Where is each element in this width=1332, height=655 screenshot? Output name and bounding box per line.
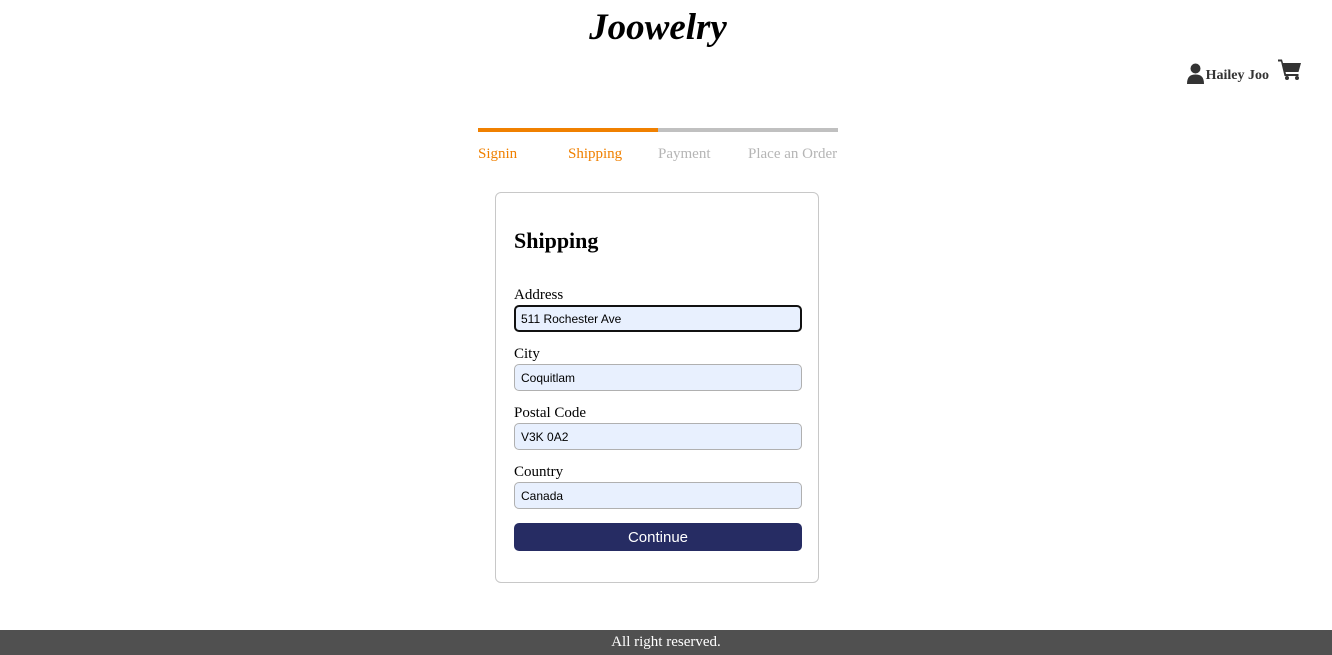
city-label: City [514,346,540,362]
postal-code-input[interactable] [514,423,802,450]
address-input[interactable] [514,305,802,332]
address-field-group: Address [514,287,802,332]
user-menu-link[interactable]: Hailey Joo [1186,58,1269,84]
city-field-group: City [514,346,802,391]
checkout-steps: Signin Shipping Payment Place an Order [478,128,838,163]
postal-code-field-group: Postal Code [514,405,802,450]
country-label: Country [514,464,564,480]
user-name: Hailey Joo [1205,68,1269,83]
step-shipping: Shipping [568,128,658,163]
postal-code-label: Postal Code [514,405,587,421]
city-input[interactable] [514,364,802,391]
user-area: Hailey Joo [1186,58,1302,84]
brand-logo[interactable]: Joowelry [0,6,1316,50]
country-input[interactable] [514,482,802,509]
page: Joowelry Hailey Joo Signin Shipping Paym… [0,0,1332,655]
step-payment: Payment [658,128,748,163]
country-field-group: Country [514,464,802,509]
form-title: Shipping [514,228,599,253]
step-place-order: Place an Order [748,128,838,163]
footer: All right reserved. [0,630,1332,655]
step-signin: Signin [478,128,568,163]
user-icon [1186,63,1204,84]
shipping-form: Shipping Address City Postal Code Countr… [495,192,819,583]
address-label: Address [514,287,564,303]
cart-icon[interactable] [1278,58,1302,80]
continue-button[interactable]: Continue [514,523,802,551]
